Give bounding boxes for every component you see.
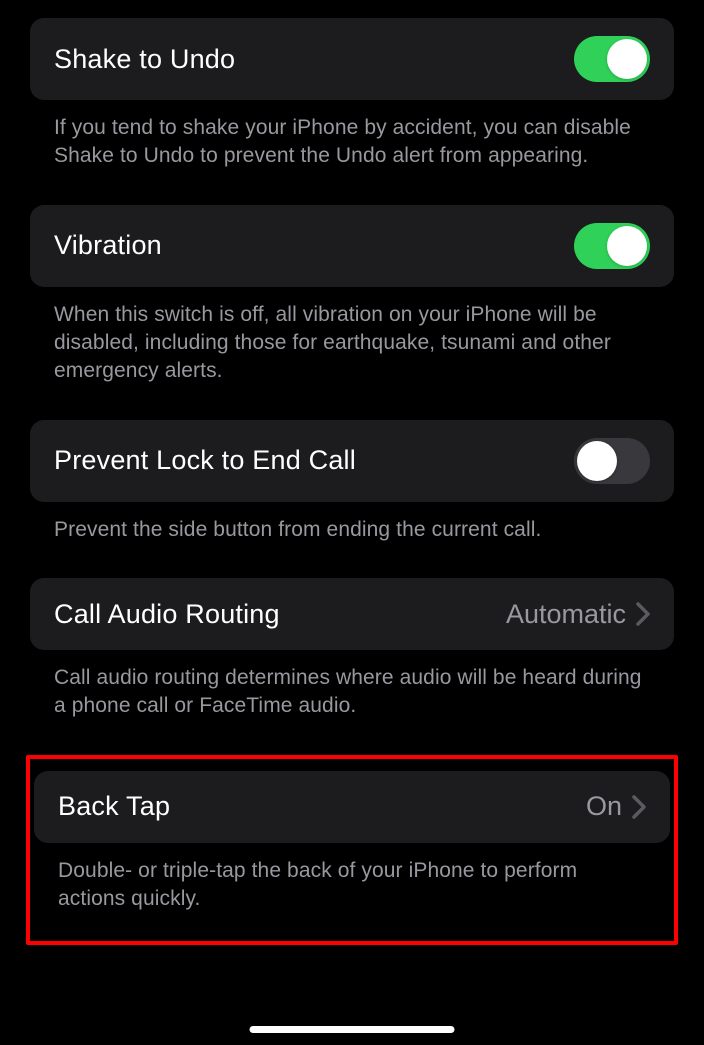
row-title: Call Audio Routing [54, 599, 280, 630]
footer-text: When this switch is off, all vibration o… [30, 287, 674, 386]
row-right: Automatic [506, 599, 650, 630]
footer-text: Call audio routing determines where audi… [30, 650, 674, 721]
row-value: Automatic [506, 599, 626, 630]
section-call-audio-routing: Call Audio Routing Automatic Call audio … [30, 578, 674, 721]
row-title: Shake to Undo [54, 44, 235, 75]
highlight-back-tap: Back Tap On Double- or triple-tap the ba… [26, 755, 678, 946]
toggle-shake-to-undo[interactable] [574, 36, 650, 82]
toggle-prevent-lock-end-call[interactable] [574, 438, 650, 484]
row-back-tap[interactable]: Back Tap On [34, 771, 670, 843]
footer-text: Double- or triple-tap the back of your i… [34, 843, 670, 914]
section-prevent-lock-end-call: Prevent Lock to End Call Prevent the sid… [30, 420, 674, 544]
toggle-knob [577, 441, 617, 481]
footer-text: Prevent the side button from ending the … [30, 502, 674, 544]
footer-text: If you tend to shake your iPhone by acci… [30, 100, 674, 171]
home-indicator[interactable] [250, 1026, 455, 1033]
row-title: Prevent Lock to End Call [54, 445, 356, 476]
row-title: Vibration [54, 230, 162, 261]
settings-content: Shake to Undo If you tend to shake your … [0, 0, 704, 945]
row-right: On [586, 791, 646, 822]
section-vibration: Vibration When this switch is off, all v… [30, 205, 674, 386]
row-title: Back Tap [58, 791, 170, 822]
chevron-right-icon [636, 602, 650, 626]
toggle-vibration[interactable] [574, 223, 650, 269]
toggle-knob [607, 226, 647, 266]
row-prevent-lock-end-call[interactable]: Prevent Lock to End Call [30, 420, 674, 502]
row-call-audio-routing[interactable]: Call Audio Routing Automatic [30, 578, 674, 650]
row-value: On [586, 791, 622, 822]
row-vibration[interactable]: Vibration [30, 205, 674, 287]
section-shake-to-undo: Shake to Undo If you tend to shake your … [30, 18, 674, 171]
chevron-right-icon [632, 795, 646, 819]
row-shake-to-undo[interactable]: Shake to Undo [30, 18, 674, 100]
toggle-knob [607, 39, 647, 79]
